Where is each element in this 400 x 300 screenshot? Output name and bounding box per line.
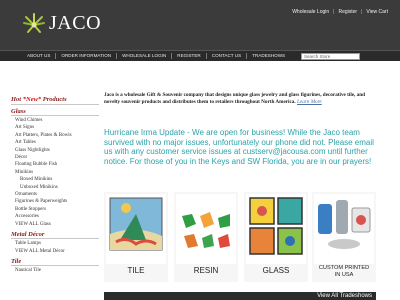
custom-printed-label: CUSTOM PRINTED IN USA xyxy=(318,265,370,278)
sidebar-category-link[interactable]: Art Tables xyxy=(11,139,99,146)
nav-about-us[interactable]: ABOUT US xyxy=(22,53,57,59)
sidebar-category-link[interactable]: Unboxed Minikins xyxy=(11,184,99,191)
products-suffix: Products xyxy=(41,96,67,103)
sidebar-category-link[interactable]: VIEW ALL Metal Décor xyxy=(11,248,99,255)
sidebar-section-heading[interactable]: Tile xyxy=(11,258,99,266)
wholesale-login-link[interactable]: Wholesale Login xyxy=(292,9,329,15)
nav-contact-us[interactable]: CONTACT US xyxy=(207,53,248,59)
new-badge: *New* xyxy=(22,96,42,103)
site-header: JACO Wholesale Login | Register | View C… xyxy=(0,0,400,50)
nav-register[interactable]: REGISTER xyxy=(172,53,207,59)
view-cart-link[interactable]: View Cart xyxy=(366,9,388,15)
sidebar-category-link[interactable]: Boxed Minikins xyxy=(11,176,99,183)
sidebar-category-link[interactable]: Ornaments xyxy=(11,191,99,198)
sidebar-section-heading[interactable]: Glass xyxy=(11,108,99,116)
category-sidebar: Hot *New* Products Glass Wind Chimes Art S… xyxy=(11,96,99,274)
register-link[interactable]: Register xyxy=(338,9,357,15)
tile-category-tile[interactable]: TILE xyxy=(104,192,168,282)
sidebar-category-link[interactable]: Wind Chimes xyxy=(11,117,99,124)
sidebar-sections: Glass Wind Chimes Art Signs Art Platters, P… xyxy=(11,108,99,274)
top-links: Wholesale Login | Register | View Cart xyxy=(292,9,388,15)
main-nav: ABOUT US ORDER INFORMATION WHOLESALE LOG… xyxy=(0,50,400,61)
sidebar-category-link[interactable]: Minikins xyxy=(11,169,99,176)
hot-prefix: Hot xyxy=(11,96,23,103)
tile-category-resin[interactable]: RESIN xyxy=(174,192,238,282)
nav-tradeshows[interactable]: TRADESHOWS xyxy=(247,53,290,59)
sidebar-category-link[interactable]: Art Signs xyxy=(11,124,99,131)
search-input[interactable]: Search Store xyxy=(301,53,360,60)
view-all-tradeshows-bar[interactable]: View All Tradeshows xyxy=(104,292,376,300)
sidebar-category-link[interactable]: Figurines & Paperweights xyxy=(11,198,99,205)
learn-more-link[interactable]: Learn More xyxy=(297,99,322,105)
hurricane-notice: Hurricane Irma Update - We are open for … xyxy=(104,128,374,166)
logo-text[interactable]: JACO xyxy=(49,12,101,35)
intro-text: Jaco is a wholesale Gift & Souvenir comp… xyxy=(104,92,366,106)
tile-product-image xyxy=(106,194,166,264)
resin-label: RESIN xyxy=(193,266,219,275)
resin-product-image xyxy=(176,194,236,264)
link-separator: | xyxy=(361,9,363,15)
glass-label: GLASS xyxy=(262,266,290,275)
sidebar-category-link[interactable]: Décor xyxy=(11,154,99,161)
sidebar-section-heading[interactable]: Metal Décor xyxy=(11,231,99,240)
glass-product-image xyxy=(246,194,306,264)
product-tiles: TILE RESIN GLASS CUSTOM PRINTED IN USA xyxy=(104,192,376,282)
sidebar-category-link[interactable]: Art Platters, Plates & Bowls xyxy=(11,132,99,139)
sidebar-category-link[interactable]: VIEW ALL Glass xyxy=(11,221,99,228)
view-all-tradeshows-link[interactable]: View All Tradeshows xyxy=(317,293,372,299)
tile-category-custom-printed[interactable]: CUSTOM PRINTED IN USA xyxy=(312,192,376,282)
sidebar-category-link[interactable]: Nautical Tile xyxy=(11,267,99,274)
hot-new-products-heading[interactable]: Hot *New* Products xyxy=(11,96,99,105)
sidebar-category-link[interactable]: Floating Bubble Fish xyxy=(11,161,99,168)
company-intro: Jaco is a wholesale Gift & Souvenir comp… xyxy=(104,92,374,107)
tile-label: TILE xyxy=(127,266,145,275)
sidebar-category-link[interactable]: Bottle Stoppers xyxy=(11,206,99,213)
jaco-logo-icon[interactable] xyxy=(22,11,46,37)
custom-printed-product-image xyxy=(314,194,374,264)
nav-items: ABOUT US ORDER INFORMATION WHOLESALE LOG… xyxy=(22,53,290,59)
tile-category-glass[interactable]: GLASS xyxy=(244,192,308,282)
nav-wholesale-login[interactable]: WHOLESALE LOGIN xyxy=(117,53,173,59)
sidebar-category-link[interactable]: Table Lamps xyxy=(11,240,99,247)
link-separator: | xyxy=(333,9,335,15)
sidebar-category-link[interactable]: Glass Nightlights xyxy=(11,147,99,154)
nav-order-information[interactable]: ORDER INFORMATION xyxy=(56,53,118,59)
sidebar-category-link[interactable]: Accessories xyxy=(11,213,99,220)
